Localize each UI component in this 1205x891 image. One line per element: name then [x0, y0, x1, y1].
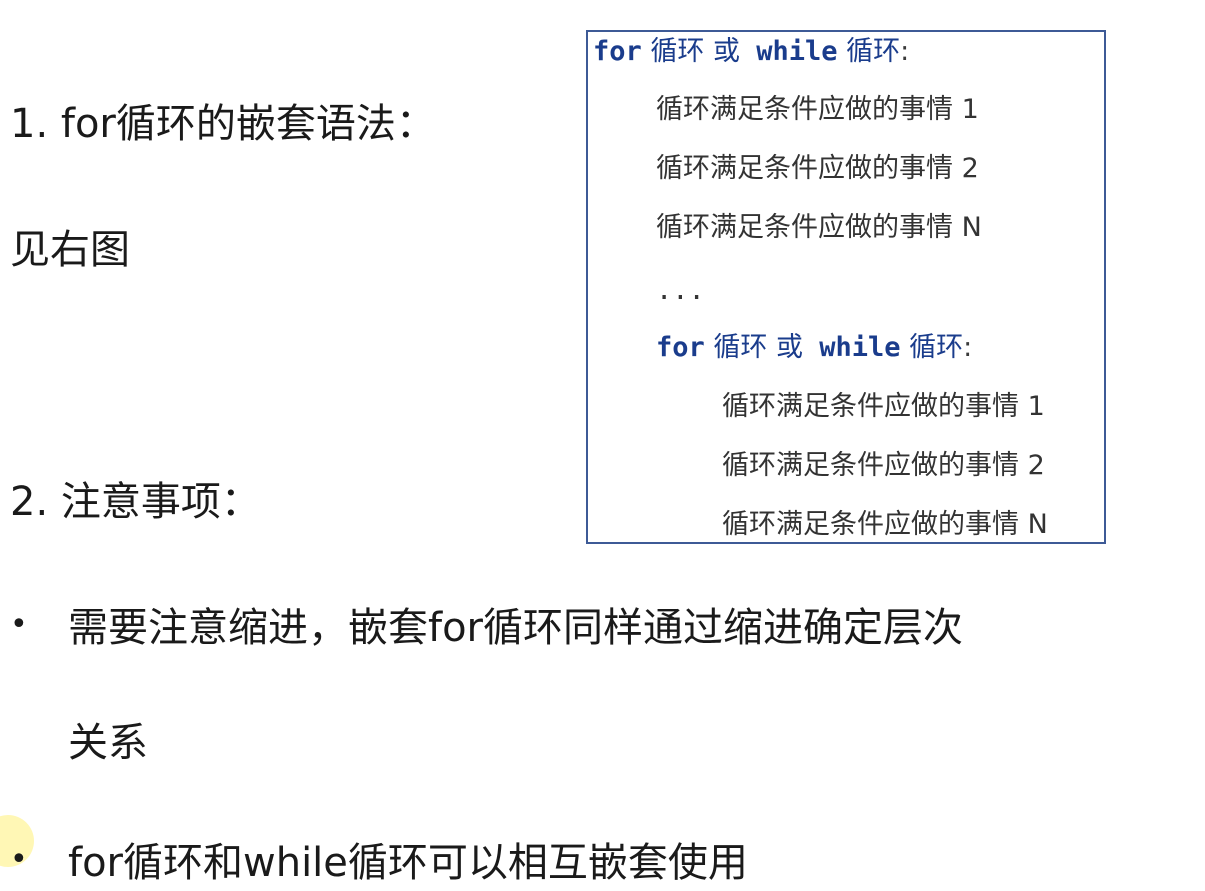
keyword-for: for	[656, 332, 705, 363]
inner-loop-header: for 循环 或 while 循环:	[656, 334, 972, 361]
bullet-dot: •	[10, 607, 28, 642]
section-2-title: 2. 注意事项：	[10, 479, 261, 525]
bullet-text: 需要注意缩进，嵌套for循环同样通过缩进确定层次	[68, 605, 963, 651]
keyword-for: for	[593, 36, 642, 67]
bullet-dot: •	[10, 842, 28, 877]
bullet-continuation: 关系	[68, 720, 148, 766]
keyword-while: while	[802, 332, 901, 363]
loop-text: 循环	[704, 332, 776, 363]
colon: :	[900, 36, 910, 67]
colon: :	[963, 332, 973, 363]
code-example-box: for 循环 或 while 循环: 循环满足条件应做的事情 1 循环满足条件应…	[586, 30, 1106, 544]
slide: { "section1": { "title": "1. for循环的嵌套语法：…	[0, 0, 1205, 891]
loop-text: 循环	[641, 36, 713, 67]
outer-body-line: 循环满足条件应做的事情 N	[656, 212, 982, 243]
bullet-text: for循环和while循环可以相互嵌套使用	[68, 840, 748, 886]
section-1-title: 1. for循环的嵌套语法：	[10, 101, 436, 147]
or-text: 或	[775, 332, 803, 363]
outer-body-line: 循环满足条件应做的事情 1	[656, 94, 979, 125]
inner-body-line: 循环满足条件应做的事情 1	[722, 391, 1045, 422]
loop-text: 循环	[837, 36, 901, 67]
inner-body-line: 循环满足条件应做的事情 2	[722, 450, 1045, 481]
inner-body-line: 循环满足条件应做的事情 N	[722, 509, 1048, 540]
outer-loop-header: for 循环 或 while 循环:	[593, 38, 909, 65]
ellipsis-line: ...	[656, 275, 705, 306]
loop-text: 循环	[900, 332, 964, 363]
or-text: 或	[712, 36, 740, 67]
outer-body-line: 循环满足条件应做的事情 2	[656, 153, 979, 184]
section-1-subtitle: 见右图	[10, 227, 130, 273]
keyword-while: while	[739, 36, 838, 67]
